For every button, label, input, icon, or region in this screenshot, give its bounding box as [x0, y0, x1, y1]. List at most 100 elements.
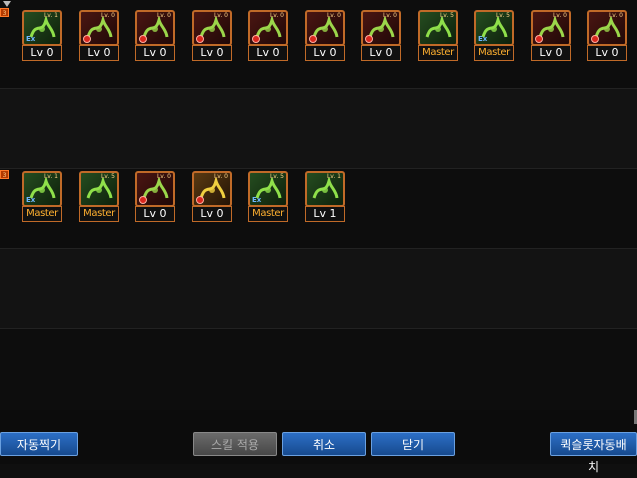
- skill-slot[interactable]: Lv. 5 Ex Master: [248, 171, 288, 223]
- skill-slot[interactable]: Lv. 0 Lv 0: [305, 10, 345, 62]
- skill-mini-level: Lv. 0: [156, 12, 171, 19]
- skill-slot[interactable]: Lv. 5 Master: [79, 171, 119, 223]
- skill-slot[interactable]: Lv. 1 Ex Master: [22, 171, 62, 223]
- skill-mini-level: Lv. 0: [552, 12, 567, 19]
- skill-slot[interactable]: Lv. 0 Lv 0: [361, 10, 401, 62]
- skill-slot[interactable]: Lv. 0 Lv 0: [192, 171, 232, 223]
- skill-mini-level: Lv. 5: [495, 12, 510, 19]
- skill-icon[interactable]: Lv. 5 Ex: [248, 171, 288, 207]
- close-button[interactable]: 닫기: [371, 432, 455, 456]
- ex-badge-icon: Ex: [26, 196, 36, 204]
- row-tag: 3: [0, 8, 9, 17]
- skill-level-label: Lv 0: [248, 45, 288, 61]
- empty-row-band-1: [0, 88, 637, 168]
- skill-level-label: Lv 0: [22, 45, 62, 61]
- skill-mini-level: Lv. 0: [156, 173, 171, 180]
- skill-icon[interactable]: Lv. 0: [587, 10, 627, 46]
- locked-badge-icon: [535, 35, 543, 43]
- skill-slot[interactable]: Lv. 1 Ex Lv 0: [22, 10, 62, 62]
- skill-art-icon: [425, 17, 452, 38]
- locked-badge-icon: [309, 35, 317, 43]
- skill-icon[interactable]: Lv. 0: [361, 10, 401, 46]
- skill-level-label: Master: [418, 45, 458, 61]
- row-divider: [0, 88, 637, 89]
- skill-icon[interactable]: Lv. 1 Ex: [22, 171, 62, 207]
- skill-mini-level: Lv. 5: [439, 12, 454, 19]
- skill-mini-level: Lv. 0: [213, 12, 228, 19]
- skill-mini-level: Lv. 0: [100, 12, 115, 19]
- skill-icon[interactable]: Lv. 0: [531, 10, 571, 46]
- skill-icon[interactable]: Lv. 0: [192, 10, 232, 46]
- cancel-button[interactable]: 취소: [282, 432, 366, 456]
- skill-level-label: Lv 0: [79, 45, 119, 61]
- row-divider: [0, 248, 637, 249]
- skill-level-label: Lv 0: [135, 45, 175, 61]
- skill-level-label: Lv 0: [135, 206, 175, 222]
- skill-level-label: Master: [22, 206, 62, 222]
- quickslot-auto-button[interactable]: 퀵슬롯자동배치: [550, 432, 637, 474]
- empty-row-band-2: [0, 248, 637, 328]
- locked-badge-icon: [139, 196, 147, 204]
- skill-level-label: Lv 0: [192, 45, 232, 61]
- skill-slot[interactable]: Lv. 0 Lv 0: [531, 10, 571, 62]
- skill-level-label: Lv 0: [587, 45, 627, 61]
- skill-mini-level: Lv. 1: [43, 173, 58, 180]
- skill-icon[interactable]: Lv. 0: [248, 10, 288, 46]
- skill-mini-level: Lv. 0: [326, 12, 341, 19]
- skill-mini-level: Lv. 1: [326, 173, 341, 180]
- locked-badge-icon: [591, 35, 599, 43]
- skill-slot[interactable]: Lv. 0 Lv 0: [135, 10, 175, 62]
- skill-icon[interactable]: Lv. 1: [305, 171, 345, 207]
- skill-art-icon: [86, 178, 113, 199]
- skill-mini-level: Lv. 0: [213, 173, 228, 180]
- skill-level-label: Lv 0: [361, 45, 401, 61]
- ex-badge-icon: Ex: [26, 35, 36, 43]
- skill-level-label: Lv 0: [305, 45, 345, 61]
- skill-icon[interactable]: Lv. 5 Ex: [474, 10, 514, 46]
- locked-badge-icon: [196, 196, 204, 204]
- row-divider: [0, 328, 637, 329]
- empty-row-band-3: [0, 328, 637, 410]
- skill-level-label: Master: [474, 45, 514, 61]
- row-tag: 3: [0, 170, 9, 179]
- corner-arrow-icon: [3, 1, 11, 7]
- skill-slot[interactable]: Lv. 0 Lv 0: [248, 10, 288, 62]
- locked-badge-icon: [83, 35, 91, 43]
- skill-level-label: Master: [248, 206, 288, 222]
- skill-level-label: Master: [79, 206, 119, 222]
- skill-icon[interactable]: Lv. 0: [192, 171, 232, 207]
- skill-icon[interactable]: Lv. 0: [79, 10, 119, 46]
- skill-icon[interactable]: Lv. 0: [135, 10, 175, 46]
- skill-icon[interactable]: Lv. 5: [79, 171, 119, 207]
- skill-slot[interactable]: Lv. 1 Lv 1: [305, 171, 345, 223]
- skill-level-label: Lv 0: [531, 45, 571, 61]
- skill-slot[interactable]: Lv. 0 Lv 0: [587, 10, 627, 62]
- skill-mini-level: Lv. 5: [269, 173, 284, 180]
- skill-icon[interactable]: Lv. 1 Ex: [22, 10, 62, 46]
- locked-badge-icon: [139, 35, 147, 43]
- skill-icon[interactable]: Lv. 0: [305, 10, 345, 46]
- skill-mini-level: Lv. 0: [269, 12, 284, 19]
- skill-slot[interactable]: Lv. 5 Master: [418, 10, 458, 62]
- row-divider: [0, 168, 637, 169]
- locked-badge-icon: [365, 35, 373, 43]
- skill-art-icon: [312, 178, 339, 199]
- locked-badge-icon: [252, 35, 260, 43]
- skill-mini-level: Lv. 0: [382, 12, 397, 19]
- ex-badge-icon: Ex: [478, 35, 488, 43]
- skill-icon[interactable]: Lv. 5: [418, 10, 458, 46]
- apply-skill-button[interactable]: 스킬 적용: [193, 432, 277, 456]
- skill-mini-level: Lv. 1: [43, 12, 58, 19]
- locked-badge-icon: [196, 35, 204, 43]
- skill-slot[interactable]: Lv. 0 Lv 0: [192, 10, 232, 62]
- skill-icon[interactable]: Lv. 0: [135, 171, 175, 207]
- skill-slot[interactable]: Lv. 0 Lv 0: [79, 10, 119, 62]
- ex-badge-icon: Ex: [252, 196, 262, 204]
- skill-slot[interactable]: Lv. 5 Ex Master: [474, 10, 514, 62]
- skill-mini-level: Lv. 0: [608, 12, 623, 19]
- skill-level-label: Lv 1: [305, 206, 345, 222]
- skill-mini-level: Lv. 5: [100, 173, 115, 180]
- auto-assign-button[interactable]: 자동찍기: [0, 432, 78, 456]
- skill-level-label: Lv 0: [192, 206, 232, 222]
- skill-slot[interactable]: Lv. 0 Lv 0: [135, 171, 175, 223]
